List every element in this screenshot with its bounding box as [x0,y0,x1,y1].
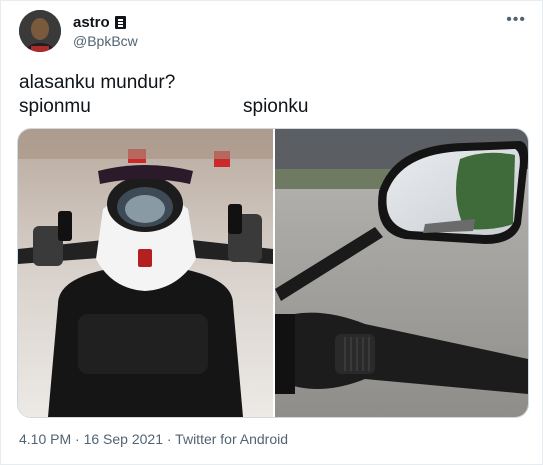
scooter-photo[interactable] [18,129,273,417]
user-handle[interactable]: @BpkBcw [73,33,138,49]
tweet-media[interactable] [17,128,529,418]
badge-icon [114,16,126,29]
left-label: spionmu [19,96,91,117]
mirror-photo[interactable] [275,129,528,417]
display-name[interactable]: astro [73,14,126,31]
avatar[interactable] [19,10,61,52]
tweet-card: astro @BpkBcw ••• alasanku mundur? spion… [0,0,543,465]
tweet-meta[interactable]: 4.10 PM · 16 Sep 2021 · Twitter for Andr… [19,431,288,447]
more-icon[interactable]: ••• [506,11,526,29]
right-label: spionku [243,96,309,117]
tweet-text: alasanku mundur? [19,72,176,93]
display-name-text[interactable]: astro [73,14,110,31]
